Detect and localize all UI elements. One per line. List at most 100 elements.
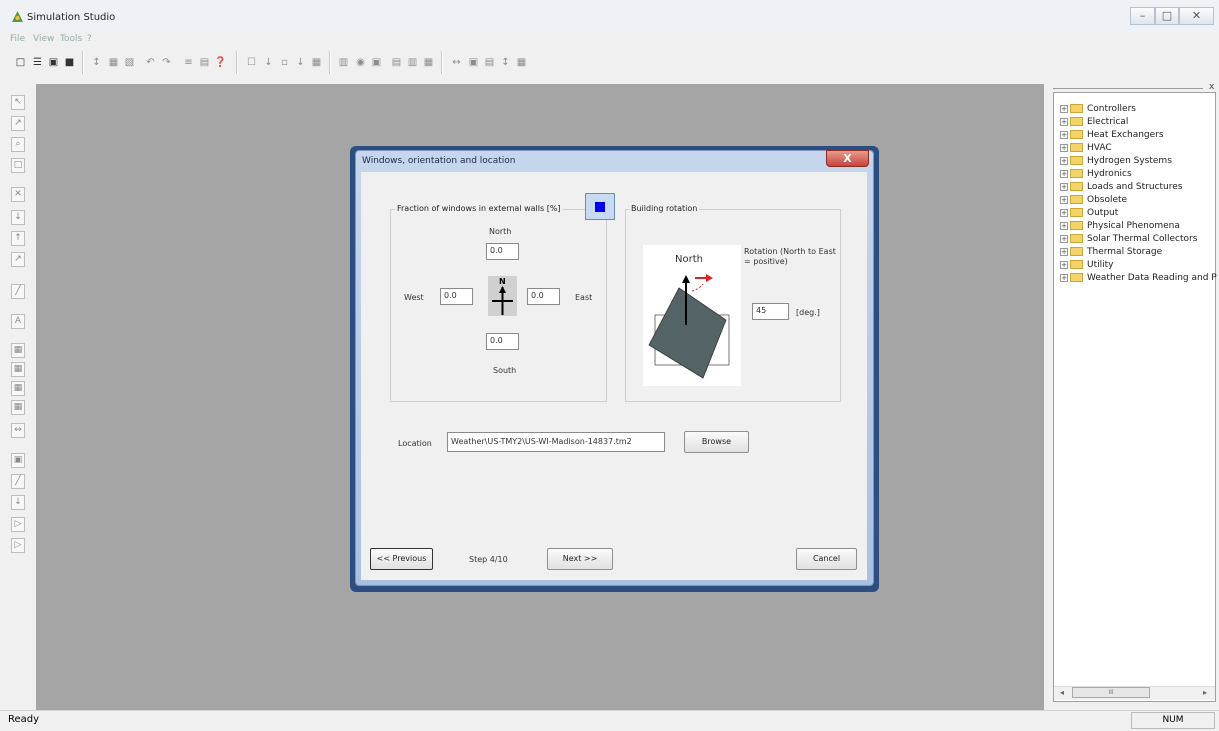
chart-icon[interactable]: ▦ bbox=[514, 54, 529, 71]
line-tool-icon[interactable]: ╱ bbox=[11, 284, 25, 299]
arrow-tool-icon[interactable]: ↗ bbox=[11, 252, 25, 267]
tree-item[interactable]: + Output bbox=[1060, 206, 1118, 219]
open-file-icon[interactable]: ☰ bbox=[30, 54, 45, 71]
expand-icon[interactable]: + bbox=[1060, 104, 1068, 113]
macro-tool-icon-3[interactable]: ▦ bbox=[11, 381, 25, 396]
undo-icon[interactable]: ↶ bbox=[143, 54, 158, 71]
redo-icon[interactable]: ↷ bbox=[159, 54, 174, 71]
expand-icon[interactable]: + bbox=[1060, 182, 1068, 191]
cancel-button[interactable]: Cancel bbox=[796, 548, 857, 570]
tree-item[interactable]: + Physical Phenomena bbox=[1060, 219, 1180, 232]
tree-item[interactable]: + Heat Exchangers bbox=[1060, 128, 1164, 141]
list-icon[interactable]: ▤ bbox=[389, 54, 404, 71]
slash-tool-icon[interactable]: ╱ bbox=[11, 474, 25, 489]
menu-file[interactable]: File bbox=[10, 34, 25, 44]
new-file-icon[interactable]: □ bbox=[13, 54, 28, 71]
south-input[interactable]: 0.0 bbox=[486, 333, 519, 350]
expand-icon[interactable]: + bbox=[1060, 234, 1068, 243]
expand-icon[interactable]: + bbox=[1060, 247, 1068, 256]
tree-item[interactable]: + Hydrogen Systems bbox=[1060, 154, 1172, 167]
properties-icon[interactable]: ≡ bbox=[181, 54, 196, 71]
globe-icon[interactable]: ◉ bbox=[353, 54, 368, 71]
tree-item[interactable]: + Controllers bbox=[1060, 102, 1136, 115]
calendar-icon[interactable]: ▦ bbox=[421, 54, 436, 71]
browse-button[interactable]: Browse bbox=[684, 431, 749, 453]
down-tool-icon[interactable]: ↓ bbox=[11, 495, 25, 510]
text-tool-icon[interactable]: A bbox=[11, 314, 25, 329]
minimize-button[interactable]: – bbox=[1130, 7, 1155, 25]
panel-close-icon[interactable]: x bbox=[1209, 82, 1214, 92]
maximize-button[interactable]: □ bbox=[1155, 7, 1179, 25]
expand-icon[interactable]: + bbox=[1060, 260, 1068, 269]
play-tool-icon-2[interactable]: ▷ bbox=[11, 538, 25, 553]
menu-view[interactable]: View bbox=[33, 34, 54, 44]
scroll-left-arrow-icon[interactable]: ◂ bbox=[1060, 688, 1064, 697]
expand-icon[interactable]: + bbox=[1060, 169, 1068, 178]
expand-icon[interactable]: + bbox=[1060, 195, 1068, 204]
tree-item-label: Hydronics bbox=[1087, 168, 1132, 179]
scroll-right-arrow-icon[interactable]: ▸ bbox=[1203, 688, 1207, 697]
east-input[interactable]: 0.0 bbox=[527, 288, 560, 305]
menu-tools[interactable]: Tools bbox=[60, 34, 82, 44]
upload-tool-icon[interactable]: ↑ bbox=[11, 231, 25, 246]
expand-icon[interactable]: + bbox=[1060, 130, 1068, 139]
window-icon[interactable]: ▣ bbox=[369, 54, 384, 71]
tree-item[interactable]: + Thermal Storage bbox=[1060, 245, 1162, 258]
cut-icon[interactable]: ↕ bbox=[89, 54, 104, 71]
west-input[interactable]: 0.0 bbox=[440, 288, 473, 305]
rotation-input[interactable]: 45 bbox=[752, 303, 789, 320]
help-icon[interactable]: ❓ bbox=[213, 54, 228, 71]
play-tool-icon[interactable]: ▷ bbox=[11, 517, 25, 532]
expand-icon[interactable]: + bbox=[1060, 221, 1068, 230]
swap-tool-icon[interactable]: ↔ bbox=[11, 423, 25, 438]
dialog-close-button[interactable]: X bbox=[826, 150, 869, 167]
close-window-button[interactable]: ✕ bbox=[1179, 7, 1214, 25]
tree-item[interactable]: + Utility bbox=[1060, 258, 1113, 271]
link-tool-icon[interactable]: ↗ bbox=[11, 116, 25, 131]
page-icon[interactable]: ▥ bbox=[336, 54, 351, 71]
north-input[interactable]: 0.0 bbox=[486, 243, 519, 260]
menu-help[interactable]: ? bbox=[87, 34, 92, 44]
expand-icon[interactable]: + bbox=[1060, 156, 1068, 165]
copy-icon[interactable]: ▦ bbox=[106, 54, 121, 71]
tree-item[interactable]: + Hydronics bbox=[1060, 167, 1132, 180]
tree-item[interactable]: + Solar Thermal Collectors bbox=[1060, 232, 1197, 245]
tree-item[interactable]: + Obsolete bbox=[1060, 193, 1127, 206]
layout-icon[interactable]: ▦ bbox=[309, 54, 324, 71]
select-tool-icon[interactable]: ↖ bbox=[11, 95, 25, 110]
expand-icon[interactable]: + bbox=[1060, 273, 1068, 282]
box-tool-icon[interactable]: ▣ bbox=[11, 453, 25, 468]
frame-tool-icon[interactable]: □ bbox=[11, 158, 25, 173]
resize-horizontal-icon[interactable]: ↔ bbox=[449, 54, 464, 71]
macro-tool-icon-2[interactable]: ▦ bbox=[11, 362, 25, 377]
scroll-thumb[interactable]: III bbox=[1072, 687, 1150, 698]
location-input[interactable]: Weather\US-TMY2\US-WI-Madison-14837.tm2 bbox=[447, 432, 665, 452]
expand-icon[interactable]: + bbox=[1060, 143, 1068, 152]
connect-icon[interactable]: ▣ bbox=[466, 54, 481, 71]
tree-item[interactable]: + HVAC bbox=[1060, 141, 1112, 154]
save-icon[interactable]: ▣ bbox=[46, 54, 61, 71]
delete-tool-icon[interactable]: ✕ bbox=[11, 187, 25, 202]
move-down-icon[interactable]: ↓ bbox=[261, 54, 276, 71]
next-button[interactable]: Next >> bbox=[547, 548, 613, 570]
save-all-icon[interactable]: ■ bbox=[62, 54, 77, 71]
windows-color-button[interactable] bbox=[585, 193, 615, 220]
resize-vertical-icon[interactable]: ↕ bbox=[498, 54, 513, 71]
expand-icon[interactable]: + bbox=[1060, 208, 1068, 217]
tree-item[interactable]: + Loads and Structures bbox=[1060, 180, 1183, 193]
macro-tool-icon-4[interactable]: ▦ bbox=[11, 400, 25, 415]
previous-button[interactable]: << Previous bbox=[370, 548, 433, 570]
zoom-tool-icon[interactable]: ⌕ bbox=[11, 137, 25, 152]
split-icon[interactable]: ▤ bbox=[482, 54, 497, 71]
frame-icon[interactable]: ▫ bbox=[277, 54, 292, 71]
tree-item[interactable]: + Weather Data Reading and P bbox=[1060, 271, 1217, 284]
table-icon[interactable]: ▥ bbox=[405, 54, 420, 71]
expand-icon[interactable]: + bbox=[1060, 117, 1068, 126]
align-icon[interactable]: ☐ bbox=[244, 54, 259, 71]
download-tool-icon[interactable]: ↓ bbox=[11, 210, 25, 225]
macro-tool-icon[interactable]: ▦ bbox=[11, 343, 25, 358]
arrow-down-icon[interactable]: ↓ bbox=[293, 54, 308, 71]
grid-icon[interactable]: ▤ bbox=[197, 54, 212, 71]
tree-item[interactable]: + Electrical bbox=[1060, 115, 1128, 128]
paste-icon[interactable]: ▧ bbox=[122, 54, 137, 71]
